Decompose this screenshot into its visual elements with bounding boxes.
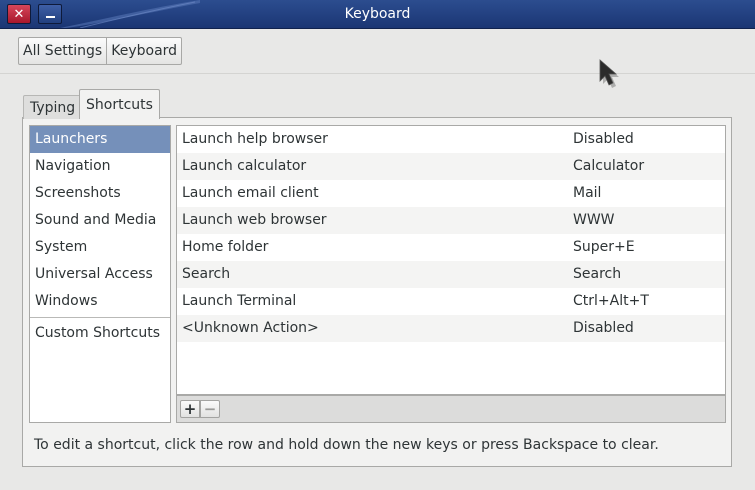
shortcut-list-toolbar: + − <box>176 395 726 423</box>
category-universal-access[interactable]: Universal Access <box>30 261 170 288</box>
breadcrumb-keyboard[interactable]: Keyboard <box>106 38 181 64</box>
toolbar-divider <box>0 73 755 74</box>
shortcut-row[interactable]: Search Search <box>177 261 725 288</box>
title-bar[interactable]: ✕ Keyboard <box>0 0 755 29</box>
shortcut-action: Search <box>182 266 231 282</box>
breadcrumb-all-settings[interactable]: All Settings <box>19 38 106 64</box>
shortcut-accelerator[interactable]: Disabled <box>573 126 634 153</box>
tab-shortcuts[interactable]: Shortcuts <box>79 89 160 119</box>
category-custom-shortcuts[interactable]: Custom Shortcuts <box>30 320 170 347</box>
window-title: Keyboard <box>344 6 411 22</box>
shortcut-row[interactable]: Launch Terminal Ctrl+Alt+T <box>177 288 725 315</box>
shortcut-accelerator[interactable]: Calculator <box>573 153 644 180</box>
category-system[interactable]: System <box>30 234 170 261</box>
shortcut-accelerator[interactable]: Ctrl+Alt+T <box>573 288 649 315</box>
shortcut-row[interactable]: Launch email client Mail <box>177 180 725 207</box>
shortcut-row[interactable]: Launch help browser Disabled <box>177 126 725 153</box>
shortcut-action: Home folder <box>182 239 269 255</box>
shortcut-action: Launch Terminal <box>182 293 297 309</box>
category-divider <box>30 317 170 318</box>
shortcut-accelerator[interactable]: Mail <box>573 180 601 207</box>
category-windows[interactable]: Windows <box>30 288 170 315</box>
shortcut-row[interactable]: Launch calculator Calculator <box>177 153 725 180</box>
add-shortcut-button[interactable]: + <box>180 400 200 418</box>
shortcut-action: Launch help browser <box>182 131 328 147</box>
shortcut-accelerator[interactable]: Super+E <box>573 234 635 261</box>
shortcut-list: Launch help browser Disabled Launch calc… <box>176 125 726 395</box>
shortcut-accelerator[interactable]: Disabled <box>573 315 634 342</box>
mouse-pointer-icon <box>599 59 619 88</box>
shortcut-row[interactable]: Launch web browser WWW <box>177 207 725 234</box>
shortcut-accelerator[interactable]: WWW <box>573 207 615 234</box>
breadcrumb: All Settings Keyboard <box>18 37 183 65</box>
category-sound-and-media[interactable]: Sound and Media <box>30 207 170 234</box>
shortcut-action: Launch email client <box>182 185 319 201</box>
shortcut-action: Launch web browser <box>182 212 327 228</box>
remove-shortcut-button[interactable]: − <box>200 400 220 418</box>
shortcut-action: <Unknown Action> <box>182 320 319 336</box>
edit-hint-text: To edit a shortcut, click the row and ho… <box>34 437 659 453</box>
shortcut-row[interactable]: Home folder Super+E <box>177 234 725 261</box>
category-navigation[interactable]: Navigation <box>30 153 170 180</box>
category-screenshots[interactable]: Screenshots <box>30 180 170 207</box>
keyboard-settings-window: ✕ Keyboard All Settings Keyboard Typing … <box>0 0 755 490</box>
shortcut-row[interactable]: <Unknown Action> Disabled <box>177 315 725 342</box>
tab-typing[interactable]: Typing <box>23 95 83 119</box>
shortcut-category-list: Launchers Navigation Screenshots Sound a… <box>29 125 171 423</box>
shortcut-accelerator[interactable]: Search <box>573 261 621 288</box>
shortcut-action: Launch calculator <box>182 158 307 174</box>
category-launchers[interactable]: Launchers <box>30 126 170 153</box>
